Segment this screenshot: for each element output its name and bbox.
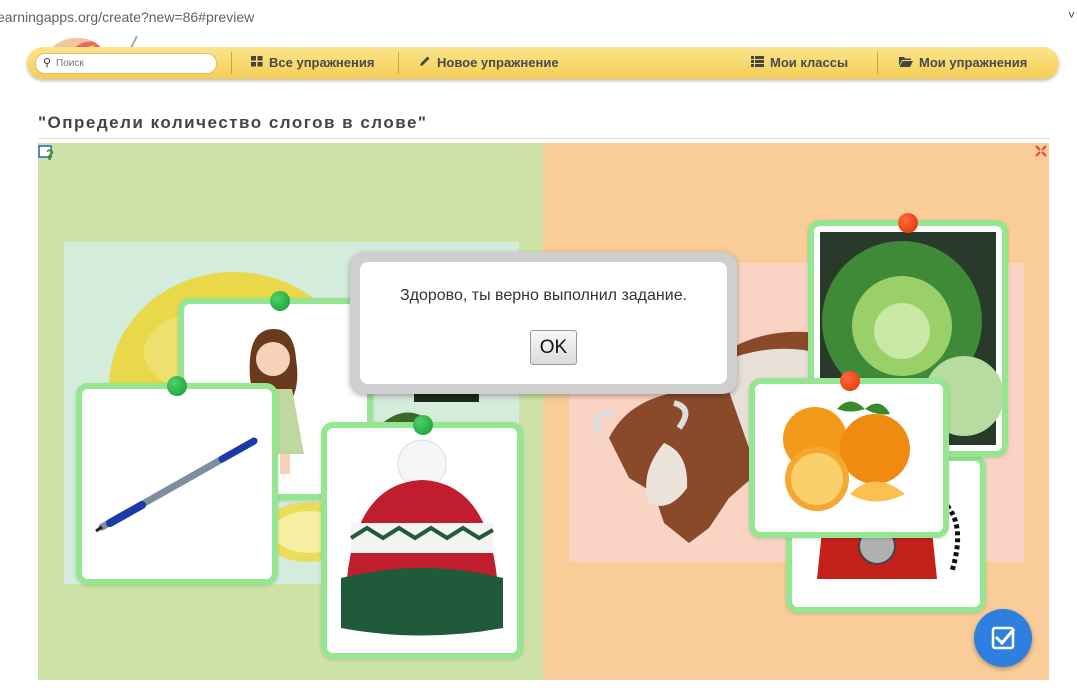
nav-all-exercises-label: Все упражнения (269, 55, 375, 70)
browser-address-bar[interactable]: earningapps.org/create?new=86#preview ˅ (0, 0, 1077, 36)
nav-my-exercises[interactable]: Мои упражнения (899, 55, 1027, 70)
check-icon (991, 626, 1016, 650)
main-navbar: ⚲ Все упражнения Новое упражнение Мои кл… (27, 47, 1059, 79)
ok-button[interactable]: OK (530, 330, 577, 365)
chevron-down-icon[interactable]: ˅ (1068, 8, 1075, 22)
url-text[interactable]: earningapps.org/create?new=86#preview (0, 9, 254, 25)
help-icon[interactable]: ? (38, 144, 56, 164)
card-hat[interactable] (321, 422, 523, 659)
dialog-message: Здорово, ты верно выполнил задание. (399, 287, 688, 304)
svg-text:?: ? (46, 148, 54, 162)
search-input[interactable] (56, 55, 206, 71)
card-pin (270, 291, 290, 311)
nav-new-exercise-label: Новое упражнение (437, 55, 559, 70)
nav-divider (398, 52, 399, 74)
nav-divider (231, 52, 232, 74)
nav-my-classes[interactable]: Мои классы (751, 55, 848, 70)
title-divider (38, 138, 1049, 139)
card-pin (898, 213, 918, 233)
card-orange[interactable] (749, 378, 949, 538)
search-box[interactable]: ⚲ (35, 53, 217, 74)
dialog-body: Здорово, ты верно выполнил задание. OK (360, 262, 727, 384)
nav-my-exercises-label: Мои упражнения (919, 55, 1028, 70)
card-pin (840, 371, 860, 391)
success-dialog: Здорово, ты верно выполнил задание. OK (350, 252, 737, 394)
exercise-title: "Определи количество слогов в слове" (38, 113, 428, 132)
card-pin (167, 376, 187, 396)
card-pin (413, 415, 433, 435)
nav-all-exercises[interactable]: Все упражнения (251, 55, 374, 70)
folder-icon (899, 55, 913, 70)
check-answer-button[interactable] (974, 609, 1032, 667)
search-icon: ⚲ (43, 57, 52, 69)
pencil-icon (419, 55, 431, 70)
nav-new-exercise[interactable]: Новое упражнение (419, 55, 559, 70)
game-area: ? (38, 143, 1049, 680)
list-icon (751, 55, 764, 70)
fullscreen-icon[interactable] (1035, 145, 1047, 160)
grid-icon (251, 55, 263, 70)
nav-divider (877, 52, 878, 74)
nav-my-classes-label: Мои классы (770, 55, 849, 70)
card-pen[interactable] (76, 383, 278, 585)
